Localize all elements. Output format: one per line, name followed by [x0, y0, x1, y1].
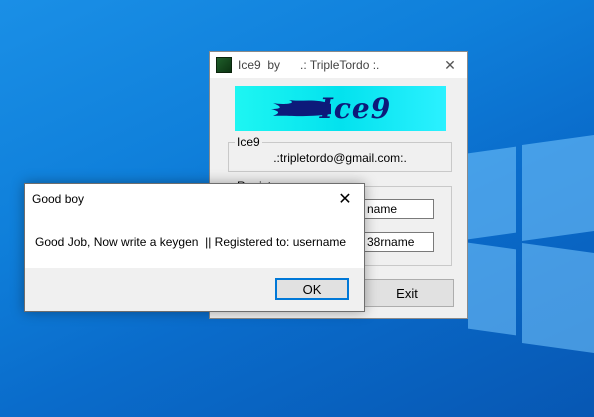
dialog-title-bar[interactable]: Good boy ✕ [25, 184, 364, 213]
groupbox-title: Ice9 [235, 135, 262, 149]
windows-logo-pane [468, 146, 516, 240]
windows-logo-pane [522, 242, 594, 354]
name-field[interactable]: name [362, 199, 434, 219]
dialog-message: Good Job, Now write a keygen || Register… [35, 235, 347, 249]
good-boy-dialog: Good boy ✕ Good Job, Now write a keygen … [24, 183, 365, 312]
window-title: Ice9 by .: TripleTordo :. [238, 58, 380, 72]
ice9-logo-banner: Ice9 [235, 86, 446, 131]
windows-logo-pane [468, 242, 516, 336]
dialog-title: Good boy [32, 191, 85, 206]
close-icon[interactable]: ✕ [433, 52, 467, 78]
app-icon [216, 57, 232, 73]
exit-button[interactable]: Exit [360, 279, 454, 307]
ok-button[interactable]: OK [275, 278, 349, 300]
author-email: .:tripletordo@gmail.com:. [273, 151, 407, 165]
flame-icon [271, 100, 331, 117]
title-bar[interactable]: Ice9 by .: TripleTordo :. ✕ [210, 52, 467, 78]
ice9-groupbox: Ice9 .:tripletordo@gmail.com:. [228, 135, 452, 172]
windows-logo-pane [522, 134, 594, 242]
close-icon[interactable]: ✕ [330, 186, 360, 212]
serial-field[interactable]: 38rname [362, 232, 434, 252]
